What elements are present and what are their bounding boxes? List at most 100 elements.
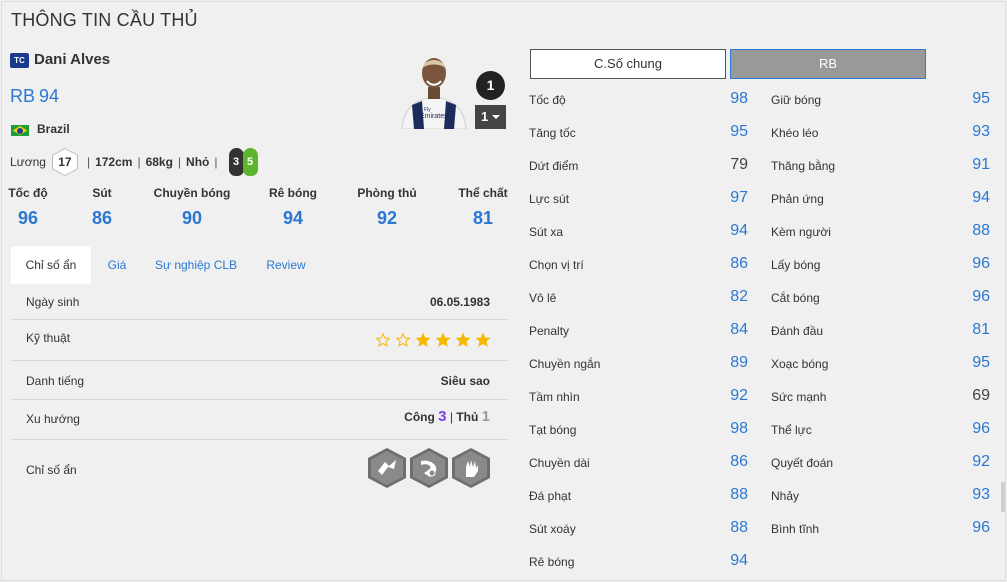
stat-value: 69 <box>972 387 990 404</box>
stat-row: Đá phạt 88 <box>529 486 748 506</box>
upgrade-level-select[interactable]: 1 <box>475 105 506 129</box>
weak-foot-icons: 3 5 <box>228 148 258 176</box>
player-name: Dani Alves <box>34 51 111 68</box>
stat-name: Xoạc bóng <box>771 357 829 371</box>
stat-value: 97 <box>730 189 748 206</box>
upgrade-level-value: 1 <box>481 109 489 124</box>
stat-row: Tăng tốc 95 <box>529 123 748 143</box>
tab-rb-stats[interactable]: RB <box>730 49 926 79</box>
tab-hidden-stats[interactable]: Chỉ số ẩn <box>11 246 91 284</box>
trend-label: Xu hướng <box>26 412 80 426</box>
svg-text:Emirates: Emirates <box>420 113 448 120</box>
stat-name: Đánh đầu <box>771 324 824 338</box>
tab-price[interactable]: Giá <box>97 246 137 284</box>
stat-row: Tầm nhìn 92 <box>529 387 748 407</box>
stat-row: Giữ bóng 95 <box>771 90 990 110</box>
stat-name: Đá phạt <box>529 489 572 503</box>
defense-value: 1 <box>481 408 490 425</box>
hidden-traits <box>364 448 490 488</box>
stat-value: 82 <box>730 288 748 305</box>
skill-label: Kỹ thuật <box>26 331 71 345</box>
stat-name: Kèm người <box>771 225 831 239</box>
right-foot-icon: 5 <box>242 148 258 176</box>
stat-value: 96 <box>972 288 990 305</box>
stat-name: Phản ứng <box>771 192 824 206</box>
position-ovr: RB 94 <box>10 86 63 107</box>
player-portrait: Fly Emirates <box>394 49 474 129</box>
stat-row: Thăng bằng 91 <box>771 156 990 176</box>
stat-value: 81 <box>972 321 990 338</box>
defense-label: Thủ <box>456 410 479 424</box>
stat-name: Rê bóng <box>529 555 575 569</box>
tab-club-career[interactable]: Sự nghiệp CLB <box>151 246 241 284</box>
stat-value: 94 <box>730 552 748 569</box>
hidden-stats-content: Ngày sinh 06.05.1983 Kỹ thuật Danh tiếng… <box>11 284 508 564</box>
trend-divider: | <box>449 410 453 424</box>
reputation-label: Danh tiếng <box>26 374 85 388</box>
attack-label: Công <box>404 410 435 424</box>
stat-row: Lực sút 97 <box>529 189 748 209</box>
stat-value: 88 <box>730 486 748 503</box>
hand-trait-icon[interactable] <box>452 448 490 488</box>
stat-row: Tốc độ 98 <box>529 90 748 110</box>
outside-foot-trait-icon[interactable] <box>410 448 448 488</box>
summary-stat: Sút 86 <box>91 186 113 228</box>
summary-stat: Phòng thủ 92 <box>357 186 417 228</box>
summary-stat: Thể chất 81 <box>458 186 508 228</box>
stat-value: 94 <box>972 189 990 206</box>
chevron-down-icon <box>492 115 500 119</box>
stat-value: 96 <box>972 420 990 437</box>
stat-name: Bình tĩnh <box>771 522 820 536</box>
star-filled-icon <box>456 333 470 347</box>
tab-general-stats[interactable]: C.Số chung <box>530 49 726 79</box>
skill-stars <box>370 333 490 347</box>
info-tabs: Chỉ số ẩn Giá Sự nghiệp CLB Review <box>11 246 508 284</box>
stat-name: Khéo léo <box>771 126 819 140</box>
stat-value: 98 <box>730 420 748 437</box>
ovr-value: 94 <box>39 86 60 106</box>
stat-row: Chuyền dài 86 <box>529 453 748 473</box>
trend-value: Công 3 | Thủ 1 <box>404 408 490 425</box>
stat-name: Chọn vị trí <box>529 258 584 272</box>
tab-review[interactable]: Review <box>261 246 311 284</box>
stat-name: Penalty <box>529 324 570 338</box>
stat-value: 95 <box>972 354 990 371</box>
stat-name: Nhảy <box>771 489 800 503</box>
stat-value: 91 <box>972 156 990 173</box>
stat-value: 89 <box>730 354 748 371</box>
stat-value: 96 <box>972 519 990 536</box>
position-label: RB <box>10 86 36 106</box>
reputation-value: Siêu sao <box>440 374 490 388</box>
scrollbar[interactable] <box>1001 482 1005 512</box>
stat-name: Sút xoáy <box>529 522 576 536</box>
brazil-flag-icon <box>11 125 29 136</box>
pass-trait-icon[interactable] <box>368 448 406 488</box>
stat-name: Quyết đoán <box>771 456 834 470</box>
hidden-traits-label: Chỉ số ẩn <box>26 463 77 477</box>
stat-row: Bình tĩnh 96 <box>771 519 990 539</box>
stat-row: Sức mạnh 69 <box>771 387 990 407</box>
birthday-label: Ngày sinh <box>26 295 80 309</box>
stat-name: Sức mạnh <box>771 390 827 404</box>
stat-row: Phản ứng 94 <box>771 189 990 209</box>
summary-stats: Tốc độ 96 Sút 86 Chuyền bóng 90 Rê bóng 94 P… <box>2 186 522 242</box>
summary-stat: Chuyền bóng 90 <box>153 186 231 228</box>
stat-name: Chuyền ngắn <box>529 357 601 371</box>
stat-row: Xoạc bóng 95 <box>771 354 990 374</box>
star-empty-icon <box>376 333 390 347</box>
stat-row: Cắt bóng 96 <box>771 288 990 308</box>
stat-value: 79 <box>730 156 748 173</box>
salary-label: Lương <box>10 155 46 169</box>
stat-name: Tốc độ <box>529 93 566 107</box>
stat-name: Tầm nhìn <box>529 390 580 404</box>
star-filled-icon <box>476 333 490 347</box>
stat-name: Lấy bóng <box>771 258 821 272</box>
skill-row: Kỹ thuật <box>11 320 508 361</box>
star-filled-icon <box>436 333 450 347</box>
attack-value: 3 <box>438 408 447 425</box>
stat-row: Nhảy 93 <box>771 486 990 506</box>
stat-row: Đánh đầu 81 <box>771 321 990 341</box>
stat-value: 92 <box>730 387 748 404</box>
stat-name: Thăng bằng <box>771 159 836 173</box>
season-badge: 1 <box>476 71 505 100</box>
